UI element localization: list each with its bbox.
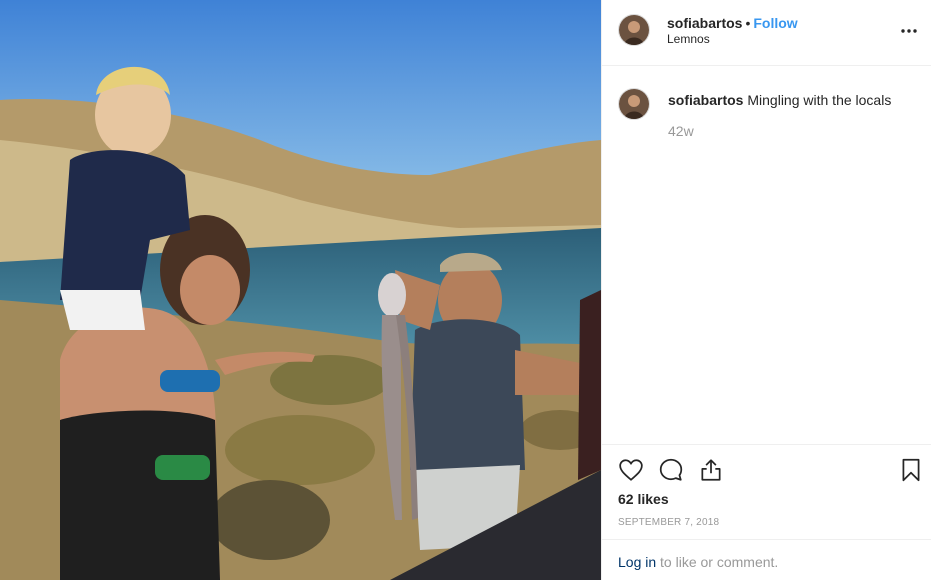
avatar-image — [619, 89, 649, 119]
more-horizontal-icon — [901, 29, 917, 33]
login-rest-text: to like or comment. — [656, 554, 779, 570]
post-photo[interactable] — [0, 0, 601, 580]
comment-icon — [659, 458, 683, 481]
more-options-button[interactable] — [899, 21, 919, 41]
caption-avatar[interactable] — [618, 88, 650, 120]
like-button[interactable] — [618, 457, 644, 483]
caption-timestamp[interactable]: 42w — [668, 123, 694, 139]
avatar[interactable] — [618, 14, 650, 46]
login-link[interactable]: Log in — [618, 554, 656, 570]
bookmark-icon — [902, 458, 920, 482]
heart-icon — [619, 459, 643, 481]
post-side-panel: sofiabartos • Follow Lemnos sofiabartos Mi… — [601, 0, 931, 580]
avatar-image — [619, 15, 649, 45]
caption-text: sofiabartos Mingling with the locals — [668, 91, 918, 109]
caption-username-link[interactable]: sofiabartos — [668, 92, 743, 108]
caption-body: Mingling with the locals — [747, 92, 892, 108]
share-icon — [701, 459, 721, 481]
post-actions: 62 likes SEPTEMBER 7, 2018 Log in to lik… — [602, 444, 931, 580]
login-line: Log in to like or comment. — [618, 554, 778, 570]
post-header: sofiabartos • Follow Lemnos — [602, 0, 931, 66]
location-link[interactable]: Lemnos — [667, 32, 710, 46]
header-name-row: sofiabartos • Follow — [667, 15, 798, 31]
post-image — [0, 0, 601, 580]
save-button[interactable] — [898, 457, 924, 483]
username-link[interactable]: sofiabartos — [667, 15, 742, 31]
follow-button[interactable]: Follow — [753, 15, 797, 31]
post-date[interactable]: SEPTEMBER 7, 2018 — [618, 517, 719, 528]
comment-button[interactable] — [658, 457, 684, 483]
share-button[interactable] — [698, 457, 724, 483]
likes-count[interactable]: 62 likes — [618, 491, 669, 507]
login-prompt: Log in to like or comment. — [602, 539, 931, 581]
separator-dot: • — [745, 15, 751, 31]
